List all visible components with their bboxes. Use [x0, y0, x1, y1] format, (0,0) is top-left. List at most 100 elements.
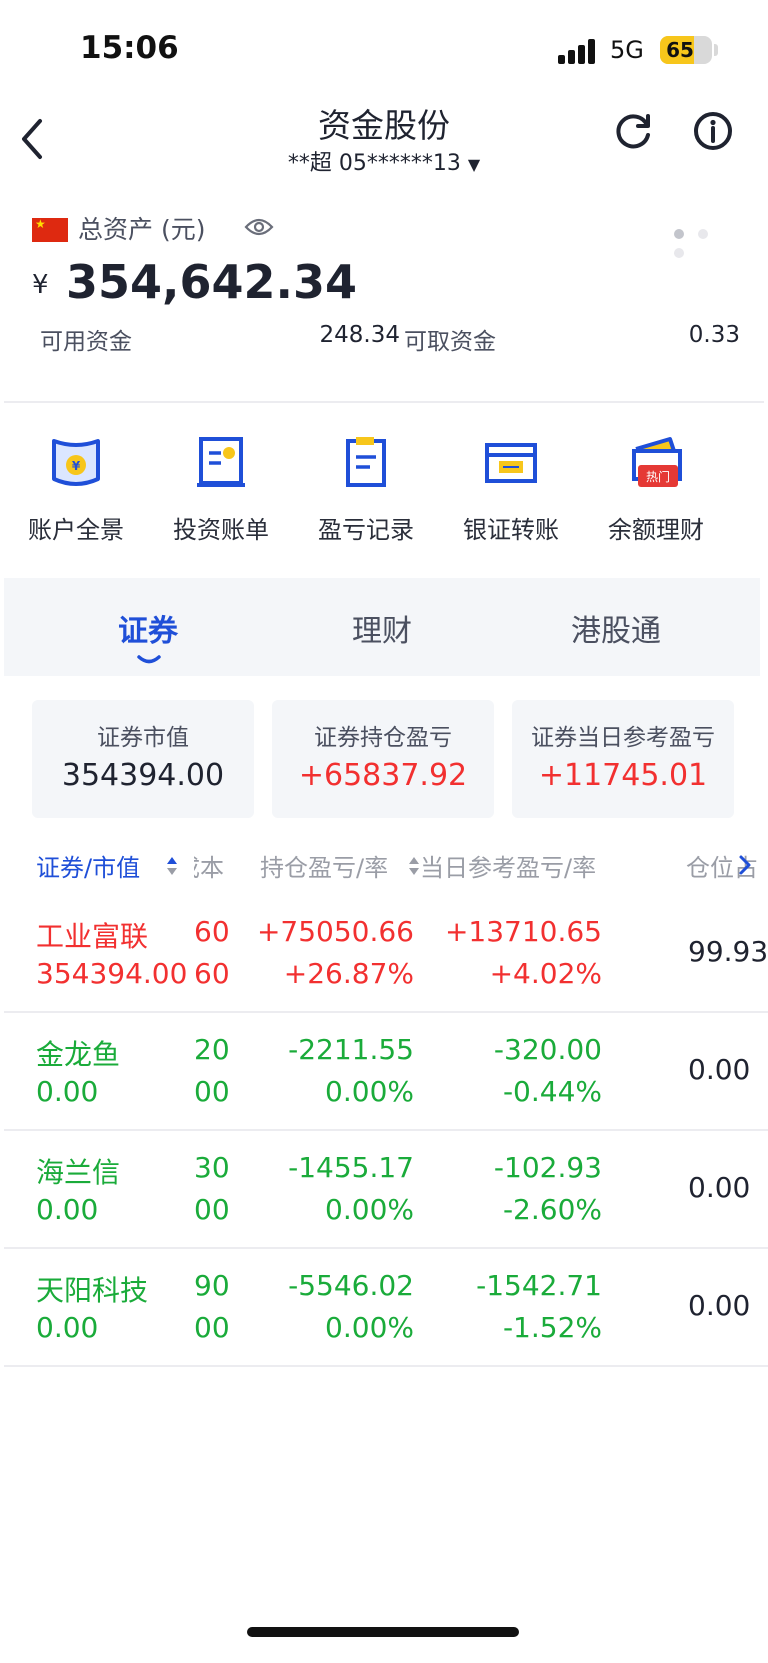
header-cost[interactable]: 成本 — [194, 848, 224, 883]
daily-pnl-rate: -2.60% — [502, 1193, 602, 1226]
status-time: 15:06 — [80, 30, 179, 66]
stock-cost: 60 — [194, 915, 230, 948]
quick-action-label: 账户全景 — [28, 516, 124, 544]
summary-card-holding-pnl: 证券持仓盈亏 +65837.92 — [272, 700, 494, 818]
header-security[interactable]: 证券/市值 — [36, 848, 140, 883]
status-bar: 15:06 5G 65 — [0, 0, 768, 100]
withdrawable-funds-value: 0.33 — [688, 322, 740, 348]
card-value: +11745.01 — [538, 758, 708, 793]
quick-actions: ¥ 账户全景 投资账单 盈亏记录 银证转账 热门 余额理财 — [0, 425, 768, 555]
home-indicator[interactable] — [247, 1627, 519, 1637]
total-asset-label: 总资产 (元) — [78, 215, 206, 244]
stock-cost: 00 — [194, 1075, 230, 1108]
stock-cost: 60 — [194, 957, 230, 990]
info-icon[interactable] — [692, 110, 734, 152]
total-asset-value: 354,642.34 — [66, 255, 358, 309]
page-indicator — [674, 224, 742, 262]
stock-cost: 00 — [194, 1311, 230, 1344]
hot-badge: 热门 — [646, 469, 670, 484]
stock-name: 金龙鱼 — [36, 1038, 121, 1071]
tab-hk-connect[interactable]: 港股通 — [516, 606, 716, 650]
holding-pnl: -1455.17 — [288, 1151, 414, 1184]
divider — [4, 401, 764, 403]
daily-pnl: -102.93 — [493, 1151, 602, 1184]
holdings-table-header: 证券/市值 成本 持仓盈亏/率 当日参考盈亏/率 仓位占 — [0, 848, 768, 888]
quick-action-label: 银证转账 — [463, 516, 559, 544]
battery-tip — [714, 44, 718, 56]
position-ratio: 0.00 — [688, 1053, 751, 1086]
available-funds-value: 248.34 — [319, 322, 400, 348]
daily-pnl: -320.00 — [493, 1033, 602, 1066]
quick-action-label: 盈亏记录 — [318, 516, 414, 544]
daily-pnl: +13710.65 — [444, 915, 602, 948]
quick-action-pnl-record[interactable]: 盈亏记录 — [290, 425, 442, 555]
quick-action-investment-bill[interactable]: 投资账单 — [145, 425, 297, 555]
eye-icon[interactable] — [244, 216, 274, 238]
stock-name: 工业富联 — [36, 920, 149, 953]
stock-cost: 30 — [194, 1151, 230, 1184]
header-holding-pnl[interactable]: 持仓盈亏/率 — [260, 848, 388, 883]
holding-pnl-rate: 0.00% — [325, 1193, 414, 1226]
daily-pnl-rate: -1.52% — [502, 1311, 602, 1344]
card-value: 354394.00 — [61, 758, 225, 793]
table-row[interactable]: 工业富联 354394.00 60 60 +75050.66 +26.87% +… — [0, 895, 768, 1013]
position-ratio: 99.93 — [688, 935, 768, 968]
quick-action-bank-transfer[interactable]: 银证转账 — [435, 425, 587, 555]
holding-pnl: -5546.02 — [288, 1269, 414, 1302]
stock-market-value: 0.00 — [36, 1311, 99, 1344]
holding-pnl-rate: 0.00% — [325, 1311, 414, 1344]
stock-market-value: 0.00 — [36, 1075, 99, 1108]
stock-name: 天阳科技 — [36, 1274, 149, 1307]
currency-symbol: ¥ — [32, 270, 49, 300]
card-value: +65837.92 — [298, 758, 468, 793]
position-ratio: 0.00 — [688, 1289, 751, 1322]
header-position[interactable]: 仓位占 — [686, 848, 768, 883]
quick-action-account-overview[interactable]: ¥ 账户全景 — [0, 425, 152, 555]
sort-icon[interactable] — [408, 856, 420, 876]
tab-wealth[interactable]: 理财 — [282, 606, 482, 650]
stock-cost: 20 — [194, 1033, 230, 1066]
stock-name: 海兰信 — [36, 1156, 121, 1189]
header-daily-pnl[interactable]: 当日参考盈亏/率 — [420, 848, 596, 883]
summary-cards: 证券市值 354394.00 证券持仓盈亏 +65837.92 证券当日参考盈亏… — [32, 700, 736, 818]
account-number: **超 05******13 — [287, 151, 461, 176]
card-title: 证券持仓盈亏 — [314, 725, 452, 751]
china-flag-icon: ★ — [32, 217, 68, 242]
sort-icon[interactable] — [166, 856, 178, 876]
quick-action-label: 投资账单 — [173, 516, 269, 544]
bank-transfer-icon — [485, 443, 537, 483]
caret-down-icon: ▼ — [467, 155, 481, 174]
cellular-signal-icon — [558, 38, 598, 64]
pnl-record-icon — [346, 437, 386, 487]
quick-action-wallet[interactable]: 热门 余额理财 — [580, 425, 732, 555]
holding-pnl: -2211.55 — [288, 1033, 414, 1066]
table-row[interactable]: 海兰信 0.00 30 00 -1455.17 0.00% -102.93 -2… — [0, 1131, 768, 1249]
position-ratio: 0.00 — [688, 1171, 751, 1204]
tab-securities[interactable]: 证券 — [48, 606, 248, 650]
wallet-icon: 热门 — [632, 437, 682, 487]
daily-pnl-rate: -0.44% — [502, 1075, 602, 1108]
active-tab-indicator — [137, 655, 161, 664]
investment-bill-icon — [197, 437, 245, 487]
account-overview-icon: ¥ — [52, 439, 100, 486]
stock-cost: 90 — [194, 1269, 230, 1302]
chevron-right-icon[interactable] — [738, 854, 752, 876]
holding-pnl: +75050.66 — [256, 915, 414, 948]
table-row[interactable]: 天阳科技 0.00 90 00 -5546.02 0.00% -1542.71 … — [0, 1249, 768, 1367]
table-row[interactable]: 金龙鱼 0.00 20 00 -2211.55 0.00% -320.00 -0… — [0, 1013, 768, 1131]
network-type: 5G — [610, 36, 644, 64]
card-title: 证券市值 — [97, 725, 189, 751]
funds-row: 可用资金 248.34 可取资金 0.33 — [40, 322, 740, 355]
stock-market-value: 0.00 — [36, 1193, 99, 1226]
holding-pnl-rate: 0.00% — [325, 1075, 414, 1108]
quick-action-label: 余额理财 — [608, 516, 704, 544]
refresh-icon[interactable] — [614, 111, 654, 151]
card-title: 证券当日参考盈亏 — [531, 725, 715, 751]
battery-percent: 65 — [666, 38, 694, 62]
category-tabs: 证券 理财 港股通 — [4, 578, 760, 676]
battery-icon: 65 — [660, 36, 712, 64]
daily-pnl: -1542.71 — [476, 1269, 602, 1302]
available-funds-label: 可用资金 — [40, 329, 132, 355]
stock-market-value: 354394.00 — [36, 957, 188, 990]
withdrawable-funds-label: 可取资金 — [404, 329, 496, 355]
